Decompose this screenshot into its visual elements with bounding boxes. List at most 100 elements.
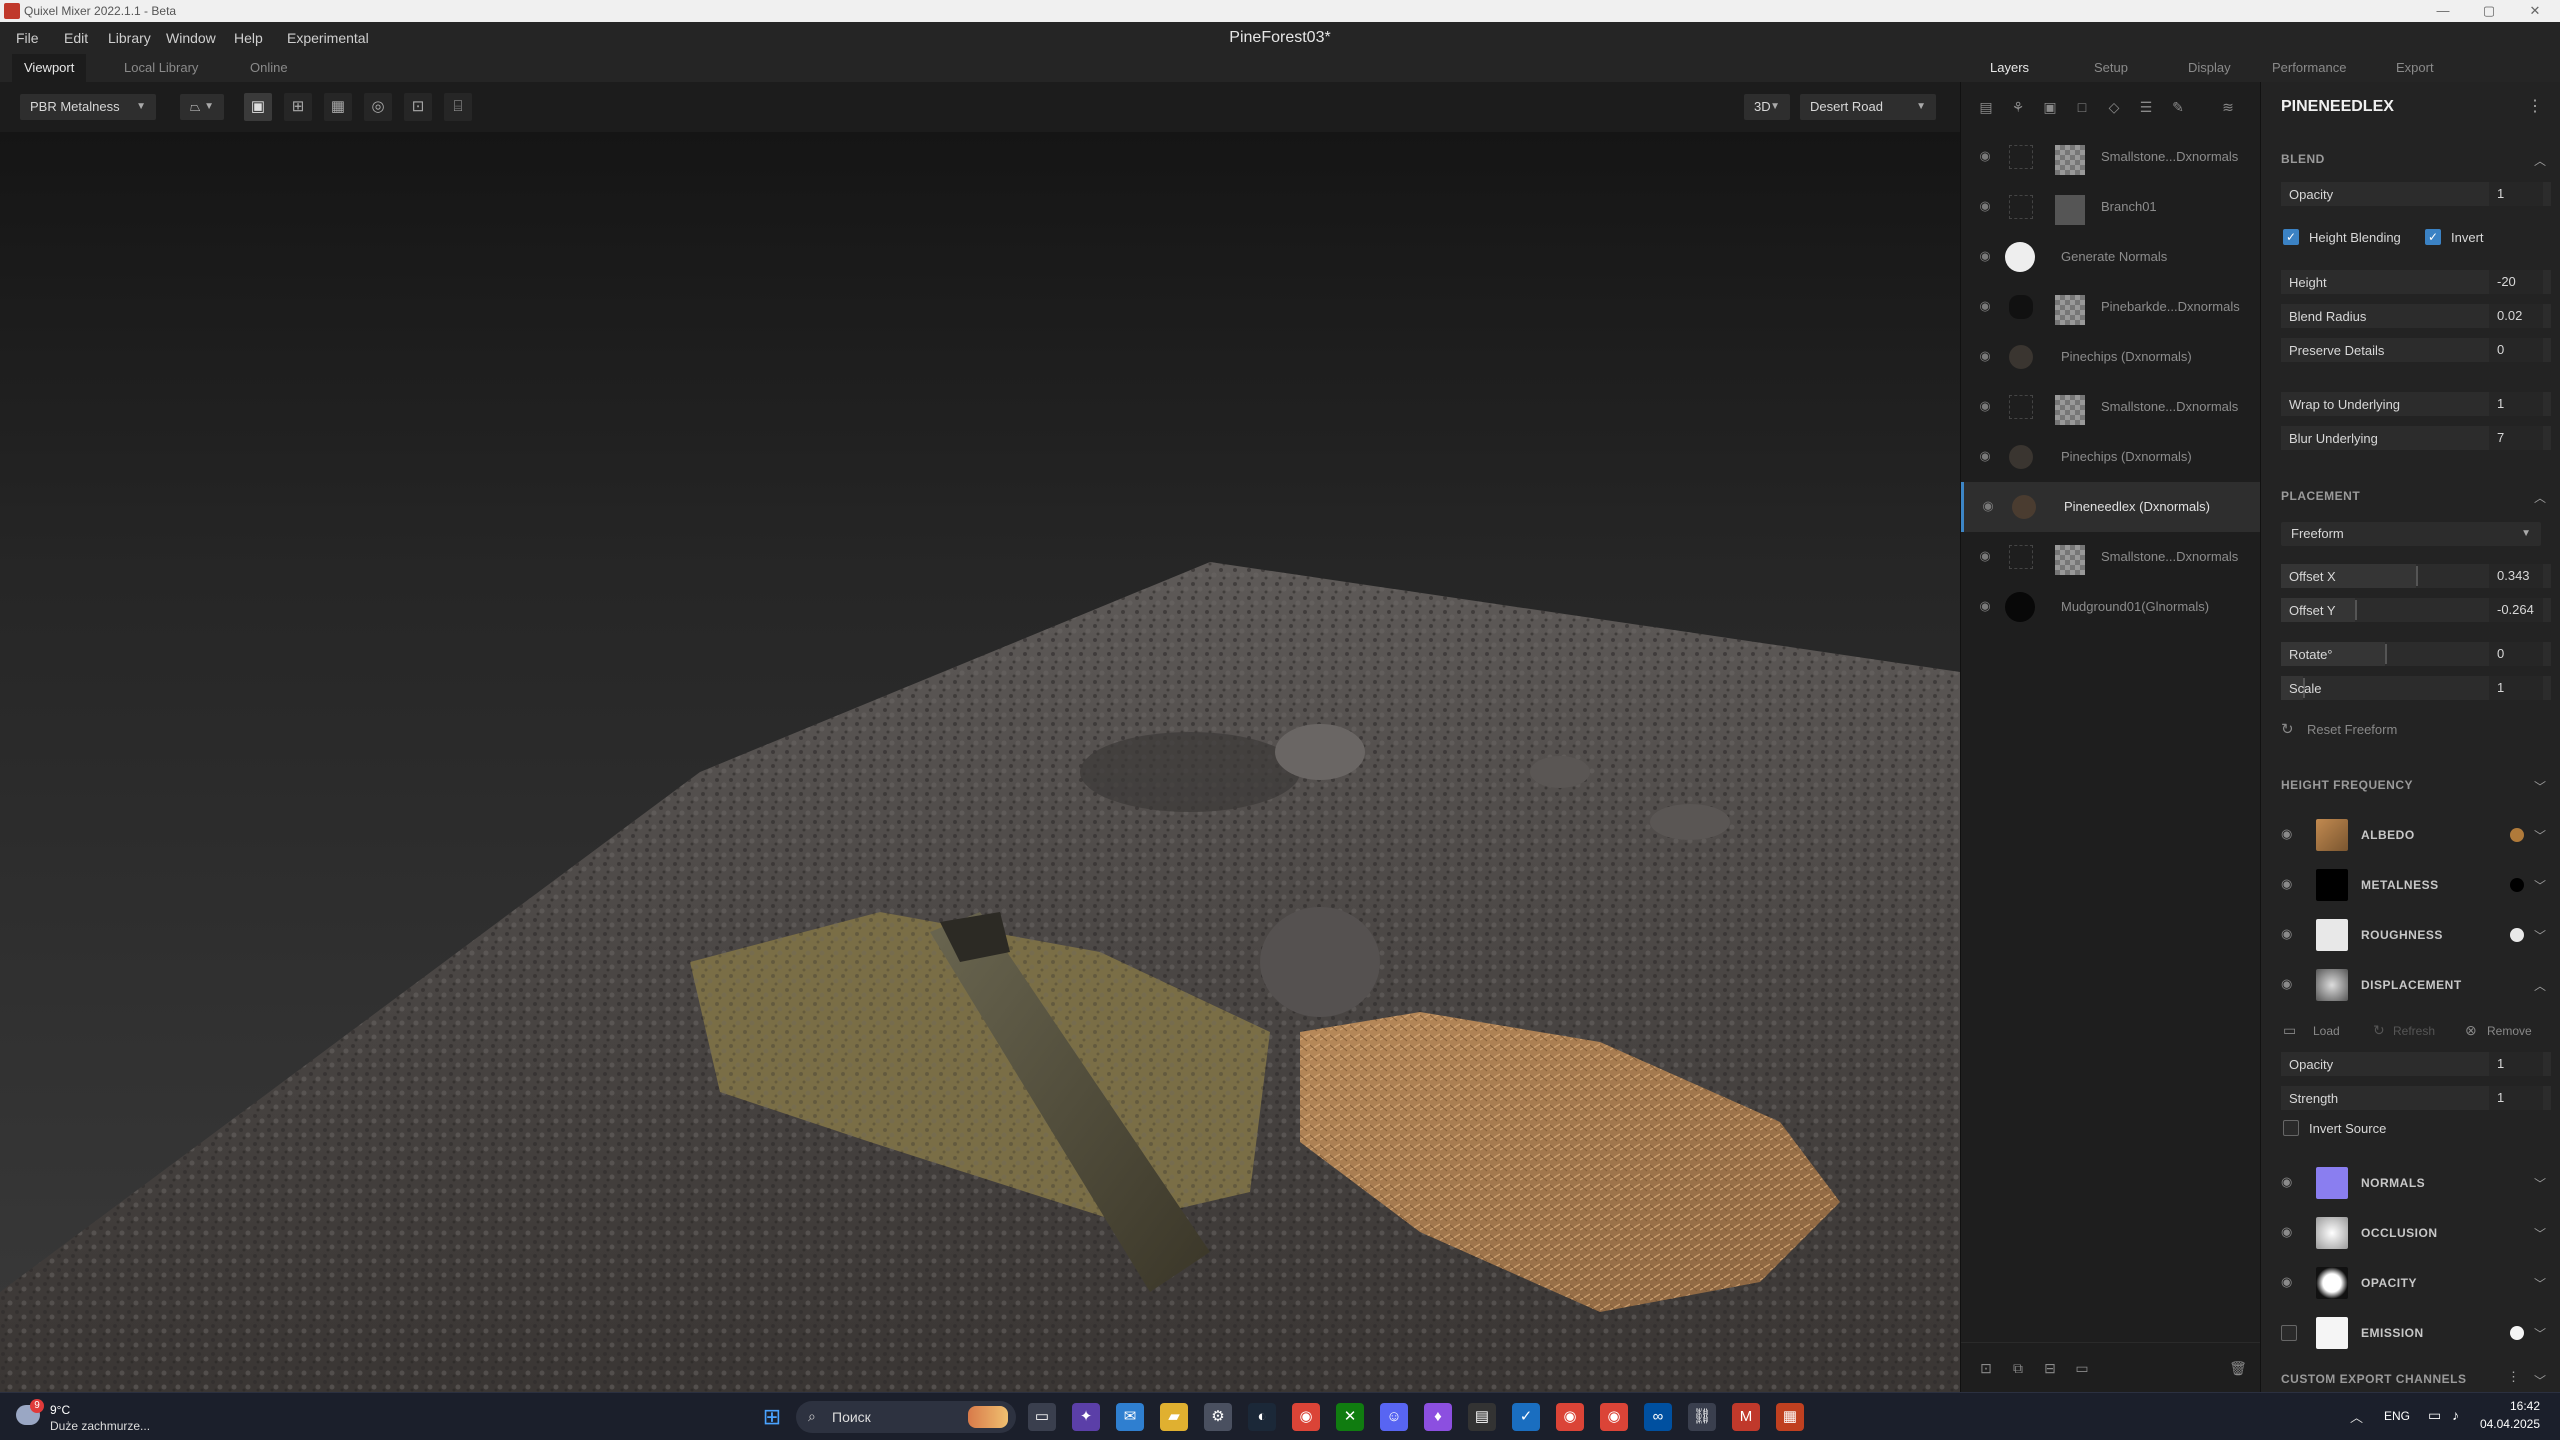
field-value[interactable]: 0	[2489, 338, 2543, 362]
steam-icon[interactable]: ◐	[1248, 1403, 1276, 1431]
rotate-slider[interactable]: Rotate° 0	[2281, 642, 2551, 666]
3d-viewport[interactable]	[0, 132, 1960, 1392]
slider-knob[interactable]	[2385, 644, 2387, 664]
chevron-down-icon[interactable]: ﹀	[2534, 1325, 2546, 1342]
add-surface-layer-icon[interactable]: ▤	[1975, 96, 1997, 118]
field-value[interactable]: -0.264	[2489, 598, 2543, 622]
language-indicator[interactable]: ENG	[2384, 1409, 2410, 1423]
opacity-row[interactable]: ◉ OPACITY ﹀	[2261, 1258, 2560, 1308]
taskbar-search[interactable]: ⌕ Поиск	[796, 1401, 1016, 1433]
reset-icon[interactable]: ↻	[2281, 720, 2294, 738]
chrome-icon[interactable]: ◉	[1600, 1403, 1628, 1431]
displacement-strength-field[interactable]: Strength 1	[2281, 1086, 2551, 1110]
height-blending-checkbox[interactable]: ✓	[2283, 229, 2299, 245]
visibility-eye-icon[interactable]: ◉	[2281, 1224, 2292, 1240]
chevron-up-icon[interactable]: ︿	[2534, 489, 2546, 506]
maximize-button[interactable]: ▢	[2466, 0, 2512, 22]
offset-y-slider[interactable]: Offset Y -0.264	[2281, 598, 2551, 622]
camera-dropdown[interactable]: ⏢ ▼	[180, 94, 224, 120]
visibility-eye-icon[interactable]: ◉	[1975, 198, 1995, 216]
tab-export[interactable]: Export	[2396, 54, 2434, 82]
duplicate-layer-icon[interactable]: ⧉	[2007, 1357, 2029, 1379]
albedo-row[interactable]: ◉ ALBEDO ﹀	[2261, 810, 2560, 860]
more-options-icon[interactable]: ⋮	[2507, 1369, 2520, 1385]
invert-source-checkbox[interactable]	[2283, 1120, 2299, 1136]
settings-gear-icon[interactable]: ⚙	[1204, 1403, 1232, 1431]
blur-underlying-field[interactable]: Blur Underlying 7	[2281, 426, 2551, 450]
preserve-details-field[interactable]: Preserve Details 0	[2281, 338, 2551, 362]
layer-row-selected[interactable]: ◉ Pineneedlex (Dxnormals)	[1961, 482, 2261, 532]
image-view-icon[interactable]: ▣	[244, 93, 272, 121]
chevron-down-icon[interactable]: ﹀	[2534, 778, 2546, 795]
more-options-icon[interactable]: ⋮	[2527, 96, 2543, 116]
chevron-up-icon[interactable]: ︿	[2534, 977, 2546, 994]
visibility-eye-icon[interactable]: ◉	[1975, 598, 1995, 616]
visibility-eye-icon[interactable]: ◉	[1978, 498, 1998, 516]
add-solid-layer-icon[interactable]: ▣	[2039, 96, 2061, 118]
chrome-icon[interactable]: ◉	[1292, 1403, 1320, 1431]
clock-date[interactable]: 04.04.2025	[2476, 1417, 2540, 1431]
layer-row[interactable]: ◉ Pinechips (Dxnormals)	[1961, 332, 2261, 382]
invert-checkbox[interactable]: ✓	[2425, 229, 2441, 245]
view-mode-dropdown[interactable]: 3D ▼	[1744, 94, 1790, 120]
field-value[interactable]: 1	[2489, 392, 2543, 416]
visibility-eye-icon[interactable]: ◉	[2281, 976, 2292, 992]
merge-layer-icon[interactable]: ⊟	[2039, 1357, 2061, 1379]
chevron-down-icon[interactable]: ﹀	[2534, 1175, 2546, 1192]
chevron-down-icon[interactable]: ﹀	[2534, 1275, 2546, 1292]
load-button[interactable]: Load	[2313, 1024, 2340, 1038]
menu-library[interactable]: Library	[108, 30, 151, 46]
task-view-icon[interactable]: ▭	[1028, 1403, 1056, 1431]
menu-file[interactable]: File	[16, 30, 39, 46]
file-explorer-icon[interactable]: ▰	[1160, 1403, 1188, 1431]
tab-online[interactable]: Online	[238, 54, 300, 82]
trash-icon[interactable]: 🗑	[2227, 1357, 2249, 1379]
app-icon[interactable]: ✓	[1512, 1403, 1540, 1431]
displacement-opacity-field[interactable]: Opacity 1	[2281, 1052, 2551, 1076]
visibility-eye-icon[interactable]: ◉	[2281, 826, 2292, 842]
metalness-color-swatch[interactable]	[2510, 878, 2524, 892]
normals-row[interactable]: ◉ NORMALS ﹀	[2261, 1158, 2560, 1208]
emission-color-swatch[interactable]	[2510, 1326, 2524, 1340]
tab-setup[interactable]: Setup	[2094, 54, 2128, 82]
refresh-button[interactable]: Refresh	[2393, 1024, 2435, 1038]
visibility-eye-icon[interactable]: ◉	[1975, 548, 1995, 566]
albedo-color-swatch[interactable]	[2510, 828, 2524, 842]
visibility-eye-icon[interactable]: ◉	[2281, 876, 2292, 892]
environment-dropdown[interactable]: Desert Road ▼	[1800, 94, 1936, 120]
folder-icon[interactable]: ▭	[2283, 1022, 2296, 1039]
clock-time[interactable]: 16:42	[2486, 1399, 2540, 1413]
add-mask-icon[interactable]: □	[2071, 96, 2093, 118]
material-mode-dropdown[interactable]: PBR Metalness ▼	[20, 94, 156, 120]
field-value[interactable]: 0	[2489, 642, 2543, 666]
tab-layers[interactable]: Layers	[1990, 54, 2029, 82]
chevron-down-icon[interactable]: ﹀	[2534, 1225, 2546, 1242]
add-fill-icon[interactable]: ◇	[2103, 96, 2125, 118]
grid-3x3-icon[interactable]: ▦	[324, 93, 352, 121]
chevron-down-icon[interactable]: ﹀	[2534, 927, 2546, 944]
displacement-row[interactable]: ◉ DISPLACEMENT ︿	[2261, 960, 2560, 1010]
menu-window[interactable]: Window	[166, 30, 216, 46]
offset-x-slider[interactable]: Offset X 0.343	[2281, 564, 2551, 588]
frame-icon[interactable]: ⊡	[404, 93, 432, 121]
emission-checkbox[interactable]	[2281, 1325, 2297, 1341]
add-paint-layer-icon[interactable]: ⚘	[2007, 96, 2029, 118]
tab-viewport[interactable]: Viewport	[12, 54, 87, 82]
layer-row[interactable]: ◉ Branch01	[1961, 182, 2261, 232]
layer-row[interactable]: ◉ Pinechips (Dxnormals)	[1961, 432, 2261, 482]
add-layer-icon[interactable]: ⊡	[1975, 1357, 1997, 1379]
volume-icon[interactable]: ♪	[2452, 1407, 2459, 1423]
app-icon[interactable]: ♦	[1424, 1403, 1452, 1431]
grid-2x2-icon[interactable]: ⊞	[284, 93, 312, 121]
layer-row[interactable]: ◉ Smallstone...Dxnormals	[1961, 532, 2261, 582]
remove-button[interactable]: Remove	[2487, 1024, 2532, 1038]
field-value[interactable]: 1	[2489, 182, 2543, 206]
chevron-down-icon[interactable]: ﹀	[2534, 877, 2546, 894]
close-button[interactable]: ✕	[2512, 0, 2558, 22]
minimize-button[interactable]: —	[2420, 0, 2466, 22]
tab-performance[interactable]: Performance	[2272, 54, 2346, 82]
occlusion-row[interactable]: ◉ OCCLUSION ﹀	[2261, 1208, 2560, 1258]
chevron-down-icon[interactable]: ﹀	[2534, 1372, 2546, 1389]
layer-row[interactable]: ◉ Smallstone...Dxnormals	[1961, 132, 2261, 182]
placement-mode-dropdown[interactable]: Freeform ▼	[2281, 522, 2541, 546]
